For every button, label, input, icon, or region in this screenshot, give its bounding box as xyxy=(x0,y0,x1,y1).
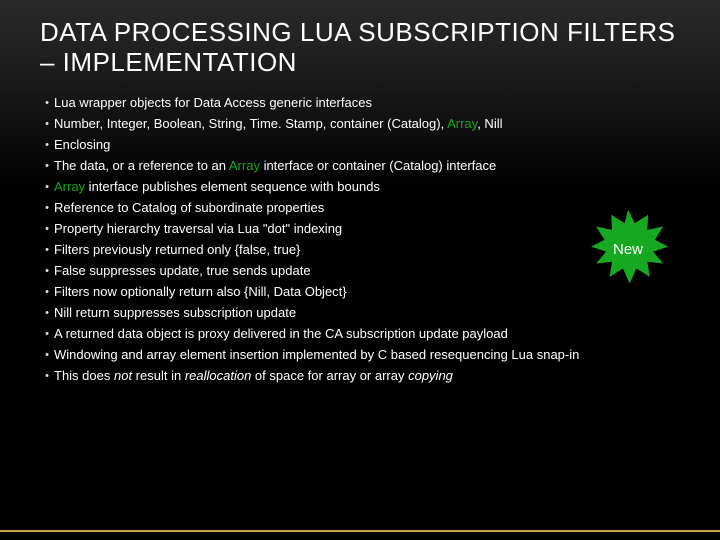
bullet-l2: • Nill return suppresses subscription up… xyxy=(40,304,680,323)
text-span: The data, or a reference to an xyxy=(54,158,229,173)
slide-title: DATA PROCESSING LUA SUBSCRIPTION FILTERS… xyxy=(40,18,680,78)
bullet-dot-icon: • xyxy=(40,325,54,344)
bullet-l2: • Property hierarchy traversal via Lua "… xyxy=(40,220,680,239)
bullet-l2: • Enclosing xyxy=(40,136,680,155)
bullet-l2: • Number, Integer, Boolean, String, Time… xyxy=(40,115,680,134)
bullet-dot-icon: • xyxy=(40,262,54,281)
bullet-l1: • Filters now optionally return also {Ni… xyxy=(40,283,680,302)
bullet-text: Lua wrapper objects for Data Access gene… xyxy=(54,94,680,113)
text-span: , Nill xyxy=(477,116,502,131)
text-span-green: Array xyxy=(447,116,477,131)
bullet-text: Number, Integer, Boolean, String, Time. … xyxy=(54,115,680,134)
bullet-text: Windowing and array element insertion im… xyxy=(54,346,680,365)
bullet-text: The data, or a reference to an Array int… xyxy=(54,157,680,176)
title-line-1: DATA PROCESSING LUA SUBSCRIPTION FILTERS xyxy=(40,17,675,47)
bullet-l2: • Windowing and array element insertion … xyxy=(40,346,680,365)
new-starburst-badge: New xyxy=(586,208,670,292)
bullet-dot-icon: • xyxy=(40,241,54,260)
text-span-green: Array xyxy=(229,158,260,173)
bullet-dot-icon: • xyxy=(40,283,54,302)
bottom-accent-line xyxy=(0,530,720,532)
bullet-dot-icon: • xyxy=(40,178,54,197)
bullet-dot-icon: • xyxy=(40,346,54,365)
bullet-l2: • A returned data object is proxy delive… xyxy=(40,325,680,344)
slide: DATA PROCESSING LUA SUBSCRIPTION FILTERS… xyxy=(0,0,720,540)
bullet-dot-icon: • xyxy=(40,367,54,386)
bullet-text: A returned data object is proxy delivere… xyxy=(54,325,680,344)
bullet-text: Nill return suppresses subscription upda… xyxy=(54,304,680,323)
bullet-dot-icon: • xyxy=(40,304,54,323)
bullet-l4: • Array interface publishes element sequ… xyxy=(40,178,680,197)
title-line-2: – IMPLEMENTATION xyxy=(40,47,297,77)
slide-body: • Lua wrapper objects for Data Access ge… xyxy=(40,94,680,386)
bullet-dot-icon: • xyxy=(40,199,54,218)
text-span-italic: reallocation xyxy=(185,368,252,383)
starburst-label: New xyxy=(586,208,670,292)
text-span: interface or container (Catalog) interfa… xyxy=(260,158,496,173)
bullet-dot-icon: • xyxy=(40,157,54,176)
bullet-l3: • Reference to Catalog of subordinate pr… xyxy=(40,199,680,218)
bullet-text: Array interface publishes element sequen… xyxy=(54,178,680,197)
bullet-text: Enclosing xyxy=(54,136,680,155)
bullet-l3: • The data, or a reference to an Array i… xyxy=(40,157,680,176)
bullet-dot-icon: • xyxy=(40,115,54,134)
text-span: result in xyxy=(132,368,185,383)
bullet-l2: • False suppresses update, true sends up… xyxy=(40,262,680,281)
text-span: Number, Integer, Boolean, String, Time. … xyxy=(54,116,447,131)
bullet-text: This does not result in reallocation of … xyxy=(54,367,680,386)
bullet-l3: • This does not result in reallocation o… xyxy=(40,367,680,386)
bullet-l1: • Filters previously returned only {fals… xyxy=(40,241,680,260)
bullet-dot-icon: • xyxy=(40,220,54,239)
text-span-italic: copying xyxy=(408,368,453,383)
bullet-dot-icon: • xyxy=(40,136,54,155)
bullet-l1: • Lua wrapper objects for Data Access ge… xyxy=(40,94,680,113)
text-span: of space for array or array xyxy=(251,368,408,383)
text-span: interface publishes element sequence wit… xyxy=(85,179,380,194)
text-span-green: Array xyxy=(54,179,85,194)
bullet-dot-icon: • xyxy=(40,94,54,113)
text-span: This does xyxy=(54,368,114,383)
text-span-italic: not xyxy=(114,368,132,383)
